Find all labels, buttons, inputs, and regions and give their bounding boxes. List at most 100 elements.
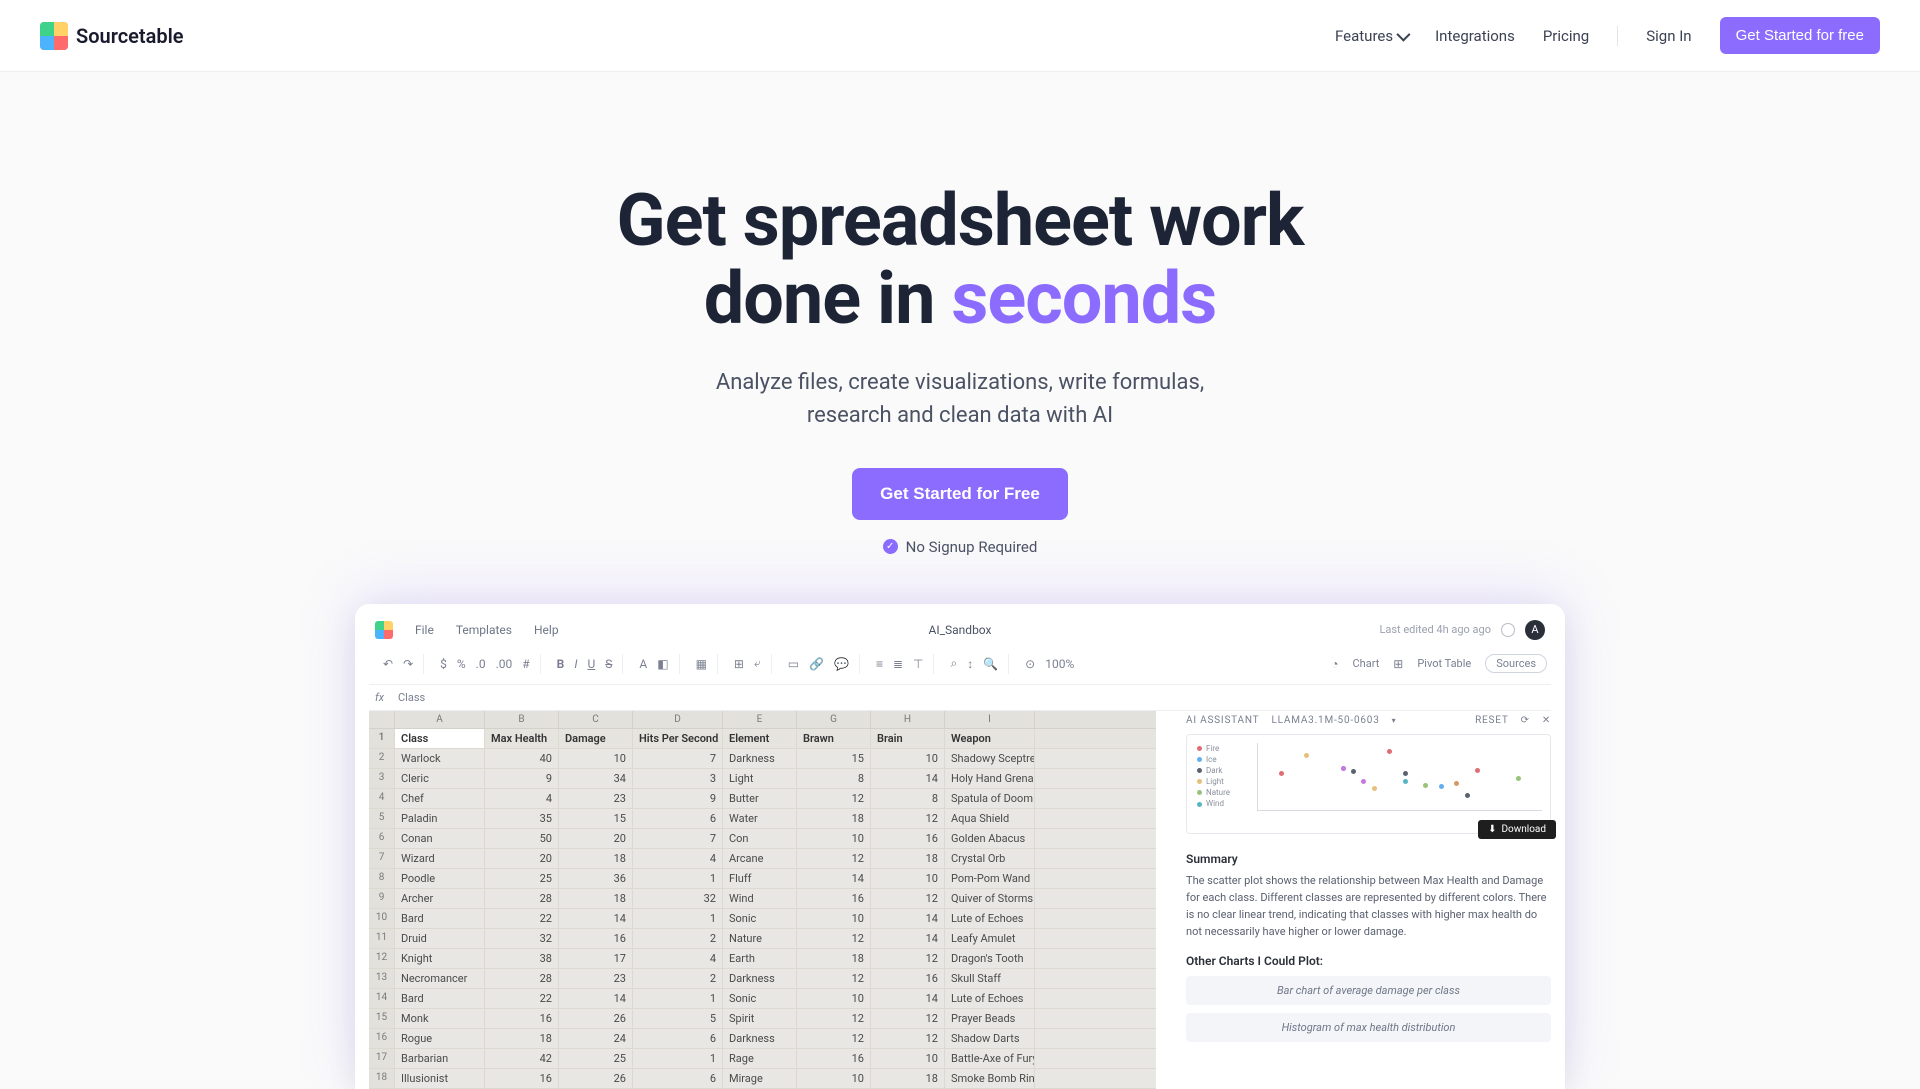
column-header[interactable]: Brawn	[797, 729, 871, 748]
row-number[interactable]: 10	[369, 909, 395, 928]
cell-class[interactable]: Archer	[395, 889, 485, 908]
cell-brain[interactable]: 18	[871, 849, 945, 868]
currency-icon[interactable]: $	[440, 657, 447, 671]
cell-class[interactable]: Paladin	[395, 809, 485, 828]
cell-maxhealth[interactable]: 28	[485, 969, 559, 988]
percent-icon[interactable]: %	[457, 657, 466, 671]
cell-element[interactable]: Darkness	[723, 1029, 797, 1048]
cell-brawn[interactable]: 12	[797, 969, 871, 988]
cell-element[interactable]: Nature	[723, 929, 797, 948]
cell-hps[interactable]: 6	[633, 1069, 723, 1088]
cell-maxhealth[interactable]: 22	[485, 909, 559, 928]
cell-class[interactable]: Illusionist	[395, 1069, 485, 1088]
insert-icon[interactable]: ▭	[788, 657, 799, 671]
cell-hps[interactable]: 4	[633, 849, 723, 868]
menu-file[interactable]: File	[415, 623, 434, 637]
cell-brain[interactable]: 14	[871, 929, 945, 948]
row-number[interactable]: 9	[369, 889, 395, 908]
cell-hps[interactable]: 5	[633, 1009, 723, 1028]
cell-damage[interactable]: 23	[559, 969, 633, 988]
cell-damage[interactable]: 26	[559, 1009, 633, 1028]
cell-element[interactable]: Butter	[723, 789, 797, 808]
cell-brain[interactable]: 14	[871, 769, 945, 788]
redo-icon[interactable]: ↷	[403, 657, 413, 671]
cell-hps[interactable]: 2	[633, 969, 723, 988]
column-header[interactable]: Hits Per Second	[633, 729, 723, 748]
bold-icon[interactable]: B	[557, 657, 565, 671]
cell-brain[interactable]: 14	[871, 989, 945, 1008]
table-row[interactable]: 5Paladin35156Water1812Aqua Shield	[369, 809, 1156, 829]
row-number[interactable]: 8	[369, 869, 395, 888]
nav-cta-button[interactable]: Get Started for free	[1720, 17, 1880, 54]
row-number[interactable]: 11	[369, 929, 395, 948]
cell-brawn[interactable]: 18	[797, 809, 871, 828]
table-row[interactable]: 7Wizard20184Arcane1218Crystal Orb	[369, 849, 1156, 869]
cell-class[interactable]: Cleric	[395, 769, 485, 788]
row-number[interactable]: 18	[369, 1069, 395, 1088]
row-number[interactable]: 14	[369, 989, 395, 1008]
cell-maxhealth[interactable]: 42	[485, 1049, 559, 1068]
cell-brawn[interactable]: 8	[797, 769, 871, 788]
link-icon[interactable]: 🔗	[809, 657, 824, 671]
column-letter[interactable]	[369, 711, 395, 728]
cell-brawn[interactable]: 16	[797, 889, 871, 908]
pivot-icon[interactable]: ⊞	[1393, 657, 1403, 671]
hero-cta-button[interactable]: Get Started for Free	[852, 468, 1068, 520]
cell-element[interactable]: Wind	[723, 889, 797, 908]
cell-weapon[interactable]: Skull Staff	[945, 969, 1035, 988]
cell-damage[interactable]: 18	[559, 849, 633, 868]
cell-weapon[interactable]: Holy Hand Grenade	[945, 769, 1035, 788]
cell-maxhealth[interactable]: 16	[485, 1069, 559, 1088]
cell-element[interactable]: Earth	[723, 949, 797, 968]
column-letter[interactable]: G	[797, 711, 871, 728]
cell-hps[interactable]: 3	[633, 769, 723, 788]
toolbar-pivot[interactable]: Pivot Table	[1417, 657, 1471, 670]
table-row[interactable]: 12Knight38174Earth1812Dragon's Tooth	[369, 949, 1156, 969]
cell-damage[interactable]: 23	[559, 789, 633, 808]
cell-maxhealth[interactable]: 25	[485, 869, 559, 888]
table-row[interactable]: 4Chef4239Butter128Spatula of Doom	[369, 789, 1156, 809]
cell-brawn[interactable]: 12	[797, 929, 871, 948]
nav-signin[interactable]: Sign In	[1646, 27, 1691, 45]
cell-element[interactable]: Rage	[723, 1049, 797, 1068]
column-letter[interactable]: C	[559, 711, 633, 728]
cell-class[interactable]: Monk	[395, 1009, 485, 1028]
filter-icon[interactable]: ⌕	[950, 656, 957, 671]
cell-brain[interactable]: 8	[871, 789, 945, 808]
align-left-icon[interactable]: ≡	[876, 657, 883, 671]
cell-brawn[interactable]: 12	[797, 849, 871, 868]
table-row[interactable]: 11Druid32162Nature1214Leafy Amulet	[369, 929, 1156, 949]
cell-brain[interactable]: 16	[871, 969, 945, 988]
cell-class[interactable]: Bard	[395, 909, 485, 928]
cell-weapon[interactable]: Crystal Orb	[945, 849, 1035, 868]
cell-element[interactable]: Con	[723, 829, 797, 848]
comment-icon[interactable]: 💬	[834, 657, 849, 671]
table-row[interactable]: 14Bard22141Sonic1014Lute of Echoes	[369, 989, 1156, 1009]
cell-element[interactable]: Spirit	[723, 1009, 797, 1028]
cell-hps[interactable]: 4	[633, 949, 723, 968]
decimal-dec-icon[interactable]: .0	[476, 657, 486, 671]
hash-icon[interactable]: #	[522, 657, 529, 671]
cell-brawn[interactable]: 18	[797, 949, 871, 968]
cell-weapon[interactable]: Quiver of Storms	[945, 889, 1035, 908]
cell-brawn[interactable]: 10	[797, 989, 871, 1008]
close-icon[interactable]: ✕	[1542, 715, 1551, 726]
column-header[interactable]: Max Health	[485, 729, 559, 748]
search-icon[interactable]: 🔍	[983, 657, 998, 671]
table-row[interactable]: 8Poodle25361Fluff1410Pom-Pom Wand	[369, 869, 1156, 889]
fx-cell[interactable]: Class	[398, 691, 425, 704]
column-header[interactable]: Brain	[871, 729, 945, 748]
cell-damage[interactable]: 14	[559, 909, 633, 928]
italic-icon[interactable]: I	[574, 657, 577, 671]
underline-icon[interactable]: U	[587, 657, 595, 671]
cell-brain[interactable]: 18	[871, 1069, 945, 1088]
cell-brawn[interactable]: 12	[797, 1009, 871, 1028]
table-row[interactable]: 17Barbarian42251Rage1610Battle-Axe of Fu…	[369, 1049, 1156, 1069]
cell-damage[interactable]: 10	[559, 749, 633, 768]
sources-button[interactable]: Sources	[1485, 654, 1547, 673]
cell-weapon[interactable]: Smoke Bomb Ring	[945, 1069, 1035, 1088]
cell-maxhealth[interactable]: 38	[485, 949, 559, 968]
cell-maxhealth[interactable]: 22	[485, 989, 559, 1008]
cell-class[interactable]: Barbarian	[395, 1049, 485, 1068]
cell-brawn[interactable]: 14	[797, 869, 871, 888]
